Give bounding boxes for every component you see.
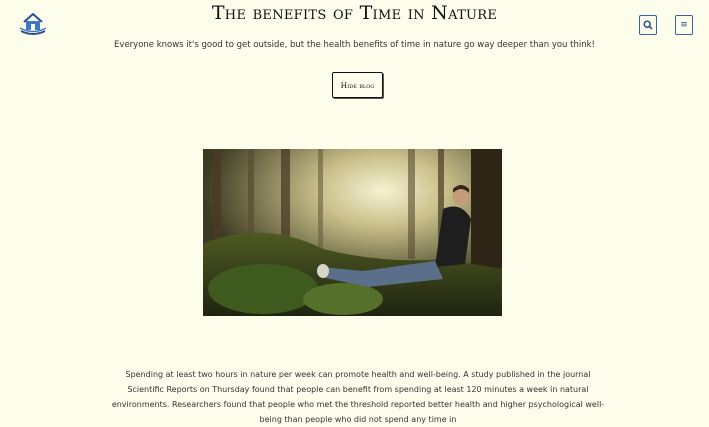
hide-blog-button[interactable]: Hide blog (332, 72, 383, 98)
search-button[interactable] (639, 15, 657, 35)
hero-image (203, 149, 502, 316)
page-subtitle: Everyone knows it's good to get outside,… (114, 40, 595, 50)
forest-hiker-photo (203, 149, 502, 316)
menu-icon: ≡ (680, 20, 688, 30)
search-icon (643, 20, 653, 30)
page-title: The benefits of Time in Nature (211, 2, 498, 24)
article-body: Spending at least two hours in nature pe… (111, 370, 605, 424)
menu-button[interactable]: ≡ (675, 15, 693, 35)
